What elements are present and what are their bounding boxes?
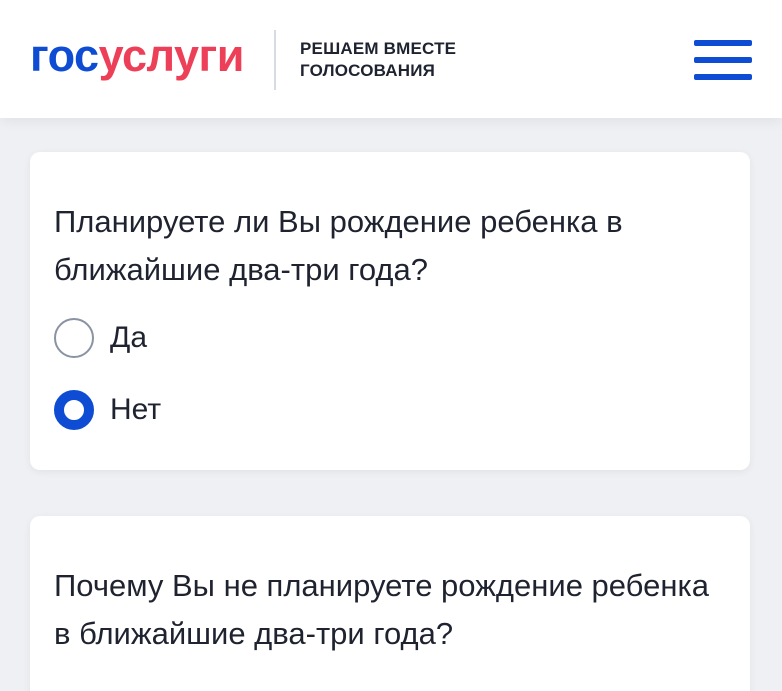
radio-option-yes[interactable]: Да — [54, 318, 147, 358]
question-card-2: Почему Вы не планируете рождение ребенка… — [30, 516, 750, 691]
logo-text-part2: услуги — [98, 30, 245, 81]
radio-unchecked-icon[interactable] — [54, 318, 94, 358]
header-divider — [274, 30, 276, 90]
menu-bar — [694, 40, 752, 46]
subtitle-line-2: ГОЛОСОВАНИЯ — [300, 61, 436, 80]
menu-bar — [694, 57, 752, 63]
site-header: госуслуги РЕШАЕМ ВМЕСТЕ ГОЛОСОВАНИЯ — [0, 0, 782, 118]
hamburger-menu-icon[interactable] — [694, 38, 752, 82]
gosuslugi-logo[interactable]: госуслуги — [30, 26, 244, 86]
logo-text-part1: гос — [30, 30, 99, 81]
question-card-1: Планируете ли Вы рождение ребенка в ближ… — [30, 152, 750, 470]
header-subtitle: РЕШАЕМ ВМЕСТЕ ГОЛОСОВАНИЯ — [300, 38, 456, 82]
radio-checked-icon[interactable] — [54, 390, 94, 430]
menu-bar — [694, 74, 752, 80]
question-text: Планируете ли Вы рождение ребенка в ближ… — [54, 204, 623, 287]
radio-option-label: Да — [110, 321, 148, 354]
radio-option-label: Нет — [110, 393, 162, 426]
radio-option-no[interactable]: Нет — [54, 390, 161, 430]
subtitle-line-1: РЕШАЕМ ВМЕСТЕ — [300, 39, 457, 58]
question-text: Почему Вы не планируете рождение ребенка… — [54, 568, 709, 651]
